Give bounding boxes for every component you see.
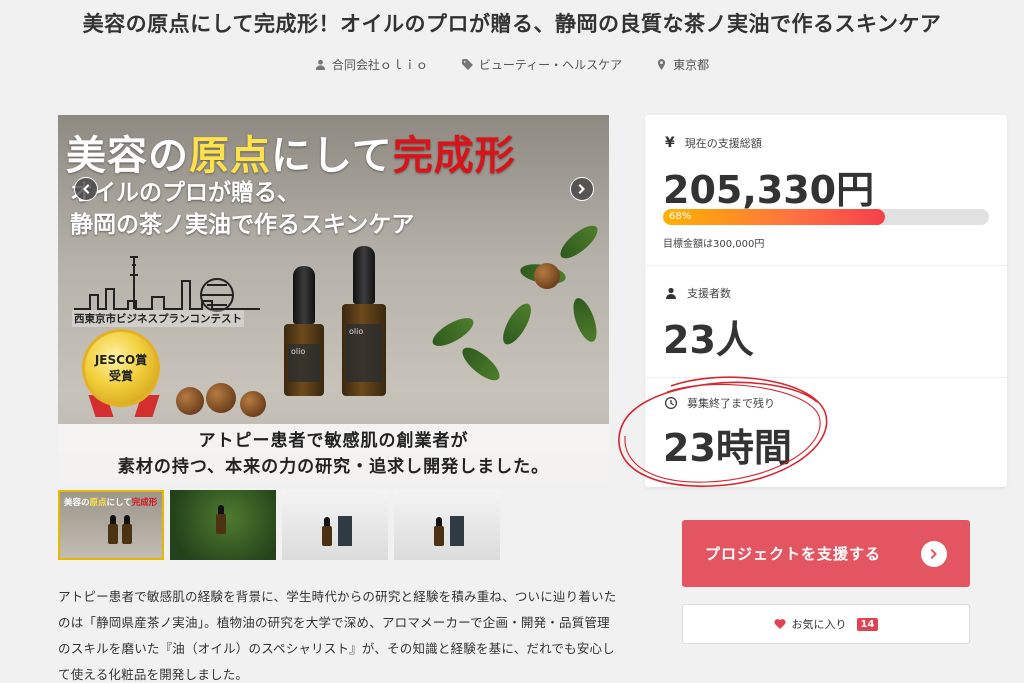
hero-headline-part: にして (271, 132, 393, 179)
thumbnail-box (450, 516, 464, 546)
chevron-right-icon (578, 184, 585, 194)
tea-leaf (428, 312, 478, 352)
thumbnail-headline-part: 美容の (64, 498, 90, 508)
award-medal: JESCO賞 受賞 (82, 329, 160, 407)
hero-caption: アトピー患者で敏感肌の創業者が 素材の持つ、本来の力の研究・追求し開発しました。 (58, 424, 609, 482)
progress-fill: 68% (663, 209, 885, 225)
category-name: ビューティー・ヘルスケア (478, 58, 623, 72)
funding-stats-panel: ¥ 現在の支援総額 205,330円 68% 目標金額は300,000円 支援者… (645, 115, 1007, 487)
tea-leaf (555, 220, 603, 264)
tea-seed (534, 263, 560, 289)
thumbnail-bottle (216, 505, 226, 534)
thumbnail-1[interactable]: 美容の原点にして完成形 (58, 490, 164, 560)
oil-bottle: olio (342, 246, 386, 396)
tea-seed (176, 387, 204, 415)
remaining-label-row: 募集終了まで残り (665, 395, 775, 411)
thumbnail-headline-part: 完成形 (131, 498, 158, 508)
clock-icon (665, 397, 677, 409)
thumbnail-4[interactable] (394, 490, 500, 560)
thumbnail-bottle (122, 515, 132, 544)
backers-label: 支援者数 (687, 287, 731, 300)
thumbnail-bottle (322, 517, 332, 546)
hero-caption-line: アトピー患者で敏感肌の創業者が (198, 431, 469, 451)
thumbnail-box (338, 516, 352, 546)
thumbnail-headline-part: 原点 (89, 498, 107, 508)
category-link[interactable]: ビューティー・ヘルスケア (461, 56, 623, 73)
hero-headline: 美容の原点にして完成形 (66, 123, 516, 181)
hero-caption-line: 素材の持つ、本来の力の研究・追求し開発しました。 (117, 457, 550, 477)
hero-sub-line: 静岡の茶ノ実油で作るスキンケア (70, 211, 415, 238)
carousel-prev-button[interactable] (74, 177, 98, 201)
hero-headline-part: 完成形 (392, 132, 516, 179)
contest-label: 西東京市ビジネスプランコンテスト (72, 310, 244, 327)
hero-headline-part: 原点 (189, 132, 271, 179)
thumbnail-headline: 美容の原点にして完成形 (64, 496, 157, 508)
chevron-left-icon (83, 184, 90, 194)
carousel-next-button[interactable] (570, 177, 594, 201)
tea-leaf (457, 342, 505, 386)
funding-progress-bar: 68% (663, 209, 989, 225)
total-label-row: ¥ 現在の支援総額 (665, 135, 762, 151)
award-line: JESCO賞 (94, 353, 148, 367)
user-icon (315, 59, 325, 70)
project-meta: 合同会社ｏｌｉｏ ビューティー・ヘルスケア 東京都 (0, 56, 1024, 73)
tea-leaf (497, 299, 537, 349)
bottle-label: olio (288, 344, 320, 382)
divider (645, 377, 1007, 378)
backers-count: 23人 (663, 318, 754, 362)
remaining-label: 募集終了まで残り (687, 397, 775, 410)
support-button-label: プロジェクトを支援する (704, 545, 881, 563)
project-description: アトピー患者で敏感肌の経験を背景に、学生時代からの研究と経験を積み重ね、ついに辿… (58, 589, 617, 682)
thumbnail-2[interactable] (170, 490, 276, 560)
yen-icon: ¥ (665, 135, 675, 151)
divider (645, 265, 1007, 266)
oil-bottle: olio (284, 266, 324, 396)
thumbnail-bottle (434, 517, 444, 546)
favorite-count-badge: 14 (856, 617, 879, 631)
tea-leaf (568, 295, 602, 345)
backers-label-row: 支援者数 (665, 285, 731, 301)
owner-name: 合同会社ｏｌｉｏ (331, 58, 428, 72)
total-amount: 205,330円 (663, 168, 875, 212)
project-title: 美容の原点にして完成形！オイルのプロが贈る、静岡の良質な茶ノ実油で作るスキンケア (82, 12, 942, 36)
owner-link[interactable]: 合同会社ｏｌｉｏ (315, 56, 428, 73)
tea-seed (240, 391, 266, 417)
favorite-label: お気に入り (791, 618, 847, 631)
goal-amount: 目標金額は300,000円 (663, 239, 765, 250)
location-link[interactable]: 東京都 (656, 56, 709, 73)
arrow-right-circle-icon (921, 540, 947, 567)
thumbnail-3[interactable] (282, 490, 388, 560)
favorite-button[interactable]: お気に入り 14 (682, 604, 970, 644)
location-name: 東京都 (673, 58, 710, 72)
tag-icon (461, 59, 473, 70)
bottle-label: olio (346, 324, 382, 382)
hero-headline-part: 美容の (66, 132, 189, 179)
support-project-button[interactable]: プロジェクトを支援する (682, 520, 970, 587)
hero-sub-line: オイルのプロが贈る、 (70, 179, 300, 206)
thumbnail-strip: 美容の原点にして完成形 (58, 490, 500, 560)
award-line: 受賞 (108, 369, 133, 383)
remaining-time: 23時間 (663, 426, 792, 470)
map-pin-icon (657, 59, 666, 70)
hero-subheadline: オイルのプロが贈る、 静岡の茶ノ実油で作るスキンケア (70, 177, 414, 241)
tea-seed (206, 383, 236, 413)
heart-icon (774, 619, 786, 629)
thumbnail-bottle (108, 515, 118, 544)
hero-image[interactable]: 美容の原点にして完成形 オイルのプロが贈る、 静岡の茶ノ実油で作るスキンケア 西… (58, 115, 609, 482)
total-label: 現在の支援総額 (684, 137, 762, 150)
user-icon (666, 287, 676, 299)
thumbnail-headline-part: にして (106, 498, 132, 508)
bottle-cap (293, 266, 315, 324)
bottle-cap (353, 246, 375, 304)
